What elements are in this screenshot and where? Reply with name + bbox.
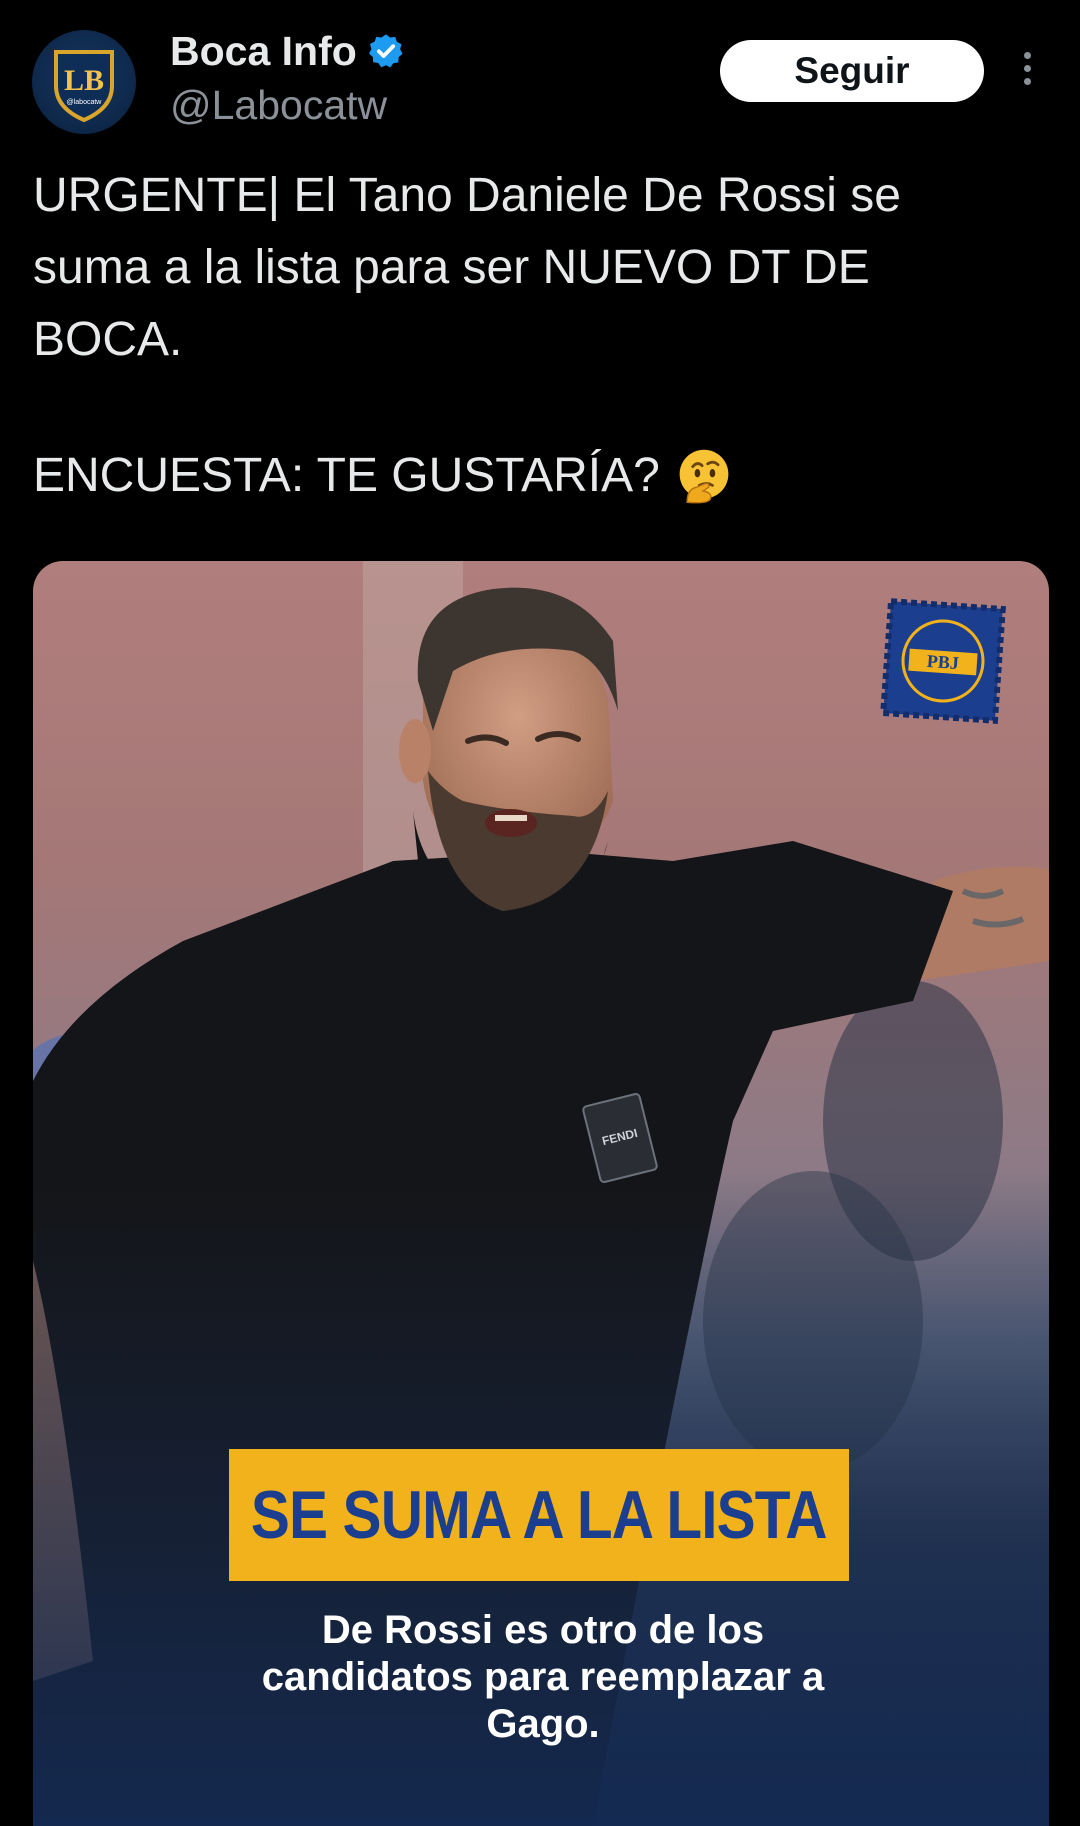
boca-shield-logo-icon: LB @labocatw: [54, 50, 114, 123]
avatar-sub-text: @labocatw: [67, 99, 103, 106]
name-row: Boca Info: [170, 26, 405, 76]
follow-button[interactable]: Seguir: [720, 40, 984, 102]
tweet-media-image[interactable]: FENDI PBJ SE SUMA A LA LISTA De Rossi es…: [33, 561, 1049, 1826]
more-options-icon[interactable]: [1012, 46, 1042, 98]
display-name[interactable]: Boca Info: [170, 28, 357, 75]
verified-badge-icon: [368, 34, 403, 68]
thinking-face-emoji: [679, 449, 729, 504]
account-handle[interactable]: @Labocatw: [170, 82, 387, 129]
tweet-text: URGENTE| El Tano Daniele De Rossi se sum…: [33, 169, 901, 366]
media-caption: De Rossi es otro de los candidatos para …: [261, 1608, 825, 1746]
tweet-header: LB @labocatw Boca Info @Labocatw Seguir: [0, 0, 1080, 150]
poll-question: ENCUESTA: TE GUSTARÍA?: [33, 449, 660, 502]
pbj-stamp-logo: PBJ: [880, 598, 1006, 724]
tweet-poll-line: ENCUESTA: TE GUSTARÍA?: [33, 440, 734, 512]
headline-banner: SE SUMA A LA LISTA: [229, 1449, 849, 1581]
stamp-text: PBJ: [926, 651, 959, 673]
banner-text: SE SUMA A LA LISTA: [251, 1477, 828, 1553]
avatar-logo-text: LB: [64, 64, 104, 97]
account-avatar[interactable]: LB @labocatw: [32, 30, 136, 134]
